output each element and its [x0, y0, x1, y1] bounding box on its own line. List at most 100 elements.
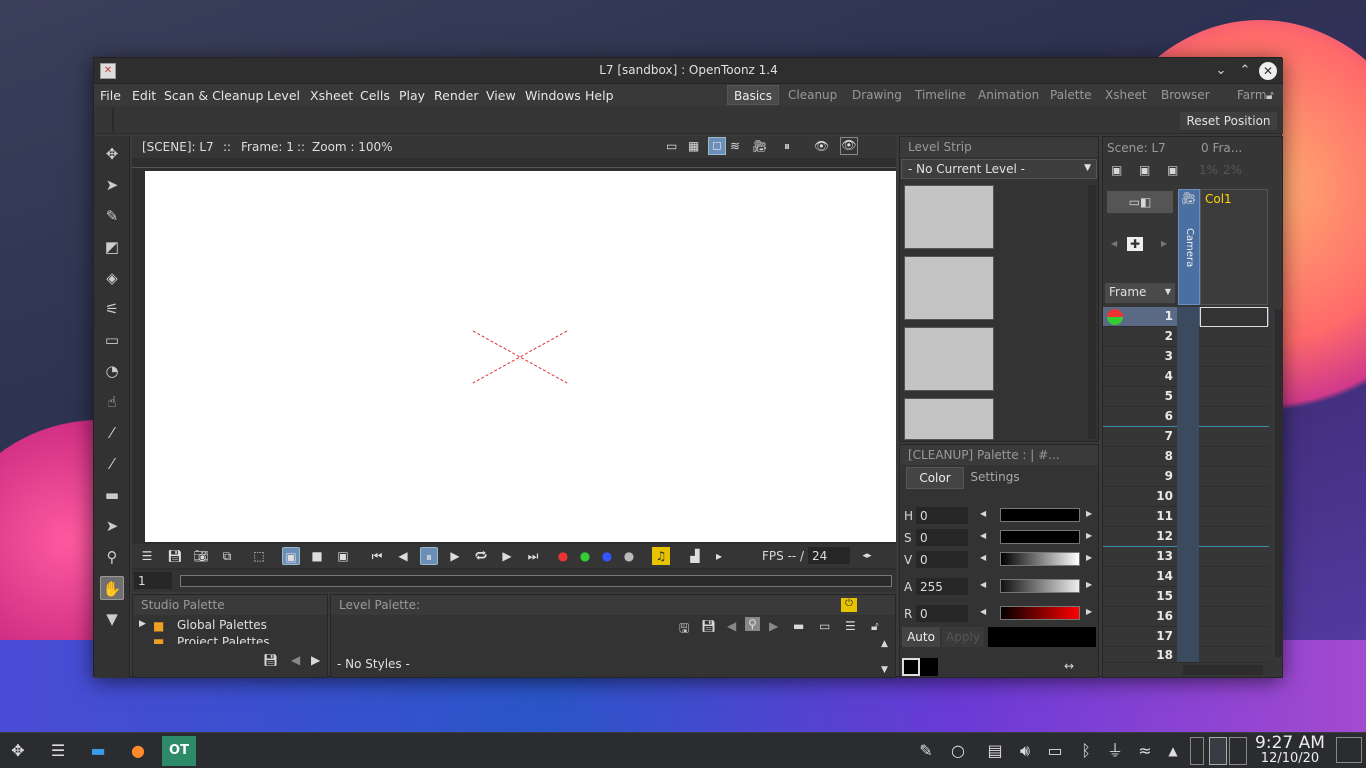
table-row[interactable]: 16: [1103, 607, 1269, 627]
menu-file[interactable]: File: [100, 88, 121, 103]
expand-arrow-icon[interactable]: ▶: [139, 619, 146, 629]
room-browser[interactable]: Browser: [1155, 85, 1216, 105]
selected-cell[interactable]: [1200, 307, 1268, 327]
new-page-icon[interactable]: ▬: [793, 619, 804, 633]
global-palettes-item[interactable]: Global Palettes: [177, 618, 267, 632]
camera-stand-view-icon[interactable]: ◻: [708, 137, 726, 155]
pager-desktop-3[interactable]: [1229, 737, 1247, 765]
menu-cells[interactable]: Cells: [360, 88, 390, 103]
hue-slider[interactable]: [1000, 508, 1080, 522]
finger-tool-icon[interactable]: ☝: [100, 390, 124, 414]
column-header-col1[interactable]: Col1: [1200, 189, 1268, 305]
room-palette[interactable]: Palette: [1044, 85, 1098, 105]
menu-help[interactable]: Help: [585, 88, 614, 103]
menu-windows[interactable]: Windows: [525, 88, 581, 103]
expand-tray-icon[interactable]: ▲: [1161, 739, 1185, 763]
hand-tool-icon[interactable]: ✋: [100, 576, 124, 600]
toggle-icon[interactable]: 1%: [1199, 163, 1218, 177]
pager-desktop-2[interactable]: [1209, 737, 1227, 765]
new-raster-level-icon[interactable]: ▣: [1167, 163, 1178, 177]
increase-icon[interactable]: ▶: [1086, 531, 1092, 540]
xsheet-vertical-scrollbar[interactable]: [1275, 309, 1283, 657]
circle-icon[interactable]: ○: [946, 739, 970, 763]
tab-color[interactable]: Color: [906, 467, 964, 489]
selection-tool-icon[interactable]: ➤: [100, 173, 124, 197]
table-row[interactable]: 15: [1103, 587, 1269, 607]
volume-icon[interactable]: 🔊︎: [1013, 739, 1037, 763]
3d-view-icon[interactable]: ≋: [730, 139, 740, 153]
toggle-orientation-icon[interactable]: ↔: [1064, 659, 1074, 673]
wifi-icon[interactable]: ≈: [1133, 739, 1157, 763]
add-column-icon[interactable]: ✚: [1127, 237, 1144, 251]
menu-scan-cleanup[interactable]: Scan & Cleanup: [164, 88, 263, 103]
snapshot-icon[interactable]: 📷︎: [192, 547, 210, 565]
control-point-tool-icon[interactable]: ➤: [100, 514, 124, 538]
table-row[interactable]: 10: [1103, 487, 1269, 507]
battery-icon[interactable]: ▭: [1043, 739, 1067, 763]
brush-tool-icon[interactable]: ✎: [100, 204, 124, 228]
level-select[interactable]: - No Current Level - ▼: [901, 159, 1097, 179]
menu-view[interactable]: View: [486, 88, 516, 103]
white-bg-icon[interactable]: ▣: [282, 547, 300, 565]
table-row[interactable]: 13: [1103, 547, 1269, 567]
decrease-icon[interactable]: ◀: [980, 607, 986, 616]
new-vector-level-icon[interactable]: ▣: [1111, 163, 1122, 177]
table-row[interactable]: 12: [1103, 527, 1269, 547]
close-icon[interactable]: ✕: [1259, 62, 1277, 80]
lock-icon[interactable]: 🔓︎: [871, 619, 879, 634]
expand-icon[interactable]: ▸: [710, 547, 728, 565]
level-frame-thumb[interactable]: [904, 185, 994, 249]
preview-icon[interactable]: 👁︎: [814, 139, 829, 153]
bluetooth-icon[interactable]: ᛒ: [1074, 739, 1098, 763]
show-desktop-icon[interactable]: [1336, 737, 1362, 763]
zoom-tool-icon[interactable]: ⚲: [100, 545, 124, 569]
toggle-icon[interactable]: 2%: [1223, 163, 1242, 177]
clipboard-icon[interactable]: ▤: [983, 739, 1007, 763]
fps-field[interactable]: 24: [808, 547, 850, 564]
sub-camera-preview-icon[interactable]: 👁︎: [840, 137, 858, 155]
table-row[interactable]: 5: [1103, 387, 1269, 407]
blue-channel-icon[interactable]: ●: [598, 547, 616, 565]
increase-icon[interactable]: ▶: [1086, 580, 1092, 589]
camera-column-header[interactable]: 🎥︎ Camera: [1178, 189, 1200, 305]
channel-field[interactable]: 0: [916, 551, 968, 568]
menu-level[interactable]: Level: [267, 88, 300, 103]
geometric-tool-icon[interactable]: ◩: [100, 235, 124, 259]
save-palette-icon[interactable]: 💾︎: [263, 653, 278, 667]
room-cleanup[interactable]: Cleanup: [782, 85, 843, 105]
menu-play[interactable]: Play: [399, 88, 425, 103]
key-icon[interactable]: ⚲: [745, 617, 760, 631]
channel-field[interactable]: 0: [916, 507, 968, 524]
save-icon[interactable]: 💾︎: [166, 547, 184, 565]
frame-field[interactable]: 1: [134, 572, 172, 589]
scroll-down-icon[interactable]: ▼: [881, 665, 888, 675]
channel-field[interactable]: 255: [916, 578, 968, 595]
play-icon[interactable]: ▶: [446, 547, 464, 565]
table-row[interactable]: 3: [1103, 347, 1269, 367]
maximize-icon[interactable]: ⌃: [1236, 62, 1254, 80]
next-icon[interactable]: ▶: [1161, 239, 1167, 248]
prev-frame-icon[interactable]: ◀: [394, 547, 412, 565]
apply-button[interactable]: Apply: [942, 627, 984, 647]
pause-icon[interactable]: ⏸︎: [420, 547, 438, 565]
value-slider[interactable]: [1000, 552, 1080, 566]
room-timeline[interactable]: Timeline: [909, 85, 972, 105]
matte-channel-icon[interactable]: ●: [620, 547, 638, 565]
room-basics[interactable]: Basics: [727, 85, 780, 105]
pen-icon[interactable]: ✎: [914, 739, 938, 763]
decrease-icon[interactable]: ◀: [980, 580, 986, 589]
menu-xsheet[interactable]: Xsheet: [310, 88, 353, 103]
prev-icon[interactable]: ◀: [727, 619, 736, 633]
table-row[interactable]: 18: [1103, 647, 1269, 663]
prev-icon[interactable]: ◀: [291, 653, 300, 667]
checker-bg-icon[interactable]: ▣: [334, 547, 352, 565]
level-frame-thumb[interactable]: [904, 398, 994, 440]
scroll-up-icon[interactable]: ▲: [881, 639, 888, 649]
menu-edit[interactable]: Edit: [132, 88, 156, 103]
pager-desktop-1[interactable]: [1190, 737, 1204, 765]
current-style-swatch[interactable]: [902, 658, 920, 676]
sound-icon[interactable]: ♫: [652, 547, 670, 565]
new-toonz-raster-level-icon[interactable]: ▣: [1139, 163, 1150, 177]
auto-button[interactable]: Auto: [902, 627, 940, 647]
opentoonz-taskbar-icon[interactable]: OT: [162, 736, 196, 766]
